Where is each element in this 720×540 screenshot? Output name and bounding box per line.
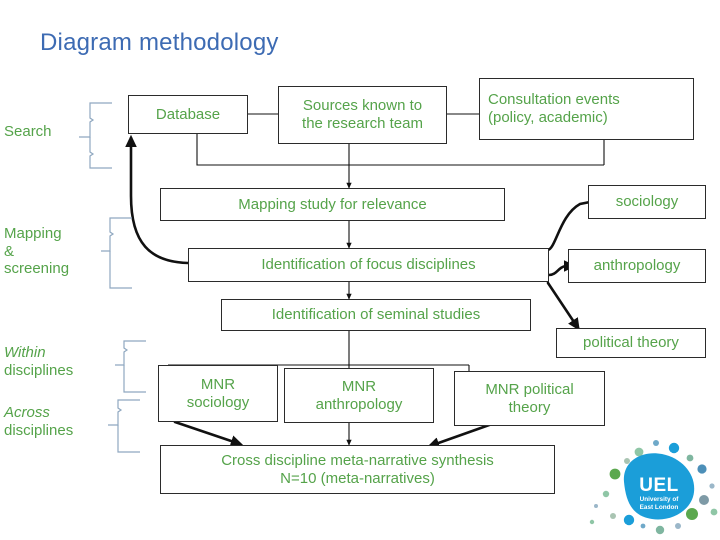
logo-tagline-line2: East London: [640, 504, 679, 511]
node-mnr-political-theory[interactable]: MNR political theory: [454, 371, 605, 426]
bracket-mapping-top: [101, 217, 132, 252]
bracket-across-top: [108, 399, 140, 426]
node-seminal-studies[interactable]: Identification of seminal studies: [221, 299, 531, 331]
stage-label-within-disciplines: Within disciplines: [4, 344, 109, 379]
node-mapping-study[interactable]: Mapping study for relevance: [160, 188, 505, 221]
stage-label-within-tail: disciplines: [4, 361, 74, 379]
node-anthropology[interactable]: anthropology: [568, 249, 706, 283]
node-consultation-events[interactable]: Consultation events (policy, academic): [479, 78, 694, 140]
stage-label-search: Search: [4, 123, 52, 140]
slide-canvas: Diagram methodology Search Mapping & scr…: [0, 0, 720, 540]
uel-logo: UEL University of East London: [589, 440, 718, 535]
node-cross-synthesis[interactable]: Cross discipline meta-narrative synthesi…: [160, 445, 555, 494]
bracket-search-bottom: [89, 137, 112, 169]
wire-focus-to-political-theory: [546, 281, 580, 331]
logo-wordmark: UEL: [639, 475, 679, 496]
node-political-theory[interactable]: political theory: [556, 328, 706, 358]
bracket-within-bottom: [123, 365, 146, 393]
node-focus-disciplines[interactable]: Identification of focus disciplines: [188, 248, 549, 282]
wire-mnr-pol-to-synthesis: [426, 422, 494, 449]
bracket-mapping-bottom: [109, 251, 132, 289]
logo-tagline-line1: University of: [640, 496, 680, 503]
page-title: Diagram methodology: [40, 29, 279, 56]
stage-label-across-disciplines: Across disciplines: [4, 404, 109, 439]
wire-mnr-soc-to-synthesis: [173, 420, 244, 447]
bracket-within-top: [115, 340, 146, 366]
node-mnr-sociology[interactable]: MNR sociology: [158, 365, 278, 422]
node-mnr-anthropology[interactable]: MNR anthropology: [284, 368, 434, 423]
stage-label-across-lead: Across: [4, 404, 50, 421]
node-sociology[interactable]: sociology: [588, 185, 706, 219]
node-sources-known[interactable]: Sources known to the research team: [278, 86, 447, 144]
bracket-across-bottom: [117, 425, 140, 453]
stage-label-within-lead: Within: [4, 344, 46, 361]
stage-label-mapping-screening: Mapping & screening: [4, 225, 70, 278]
node-database[interactable]: Database: [128, 95, 248, 134]
stage-label-across-tail: disciplines: [4, 421, 74, 439]
